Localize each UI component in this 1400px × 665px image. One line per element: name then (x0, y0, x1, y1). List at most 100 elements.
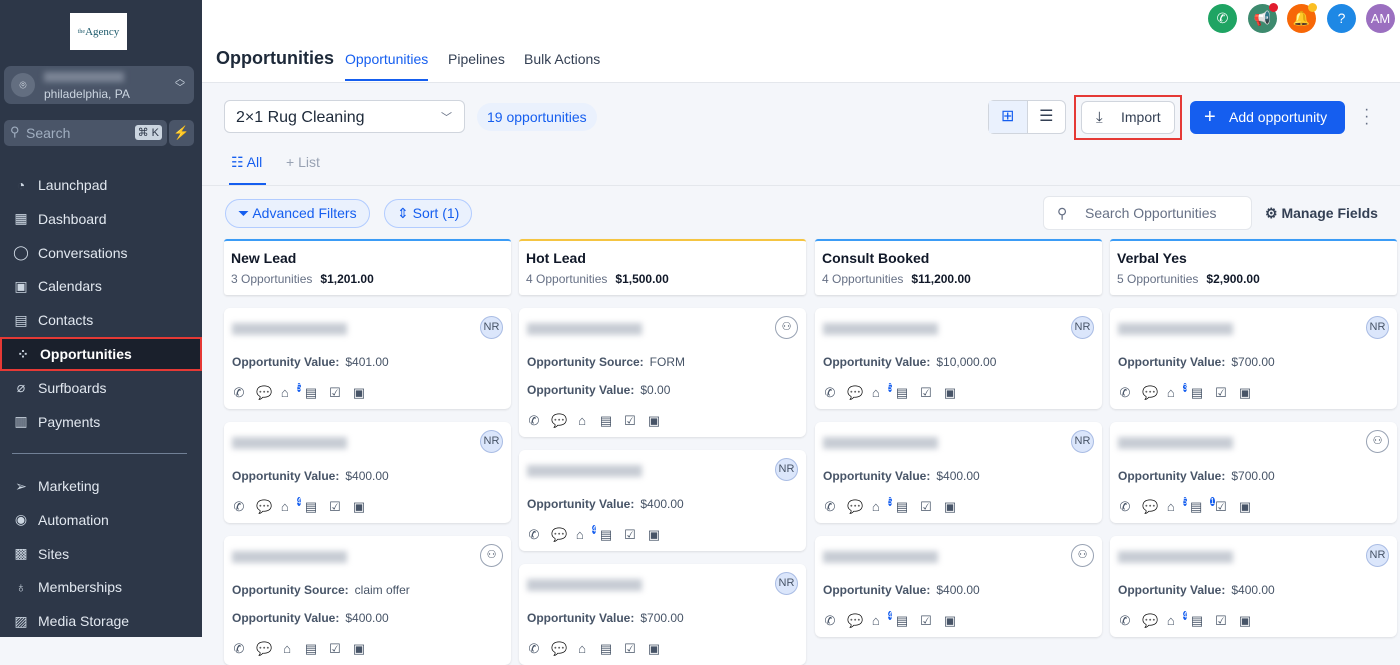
tag-icon[interactable]: ⌂ 4 (1166, 611, 1188, 629)
sidebar-item-payments[interactable]: ▥ Payments (0, 405, 202, 439)
task-icon[interactable]: ☑ (1214, 499, 1228, 515)
chat-icon[interactable]: 💬 (256, 385, 272, 401)
opportunity-card[interactable]: NR Opportunity Value: $700.00 ✆ 💬 ⌂ ▤ ☑ ▣ (519, 564, 806, 665)
list-view-icon[interactable]: ☰ (1028, 101, 1066, 133)
calendar-icon[interactable]: ▣ (943, 613, 957, 629)
search-opportunities-input[interactable]: ⚲ Search Opportunities (1043, 196, 1252, 230)
tag-icon[interactable]: ⌂ 4 (280, 497, 302, 515)
sidebar-item-surfboards[interactable]: ⌀ Surfboards (0, 371, 202, 405)
task-icon[interactable]: ☑ (1214, 385, 1228, 401)
task-icon[interactable]: ☑ (623, 413, 637, 429)
tag-icon[interactable]: ⌂ (575, 641, 589, 657)
user-avatar[interactable]: AM (1366, 4, 1395, 33)
chat-icon[interactable]: 💬 (847, 499, 863, 515)
phone-icon[interactable]: ✆ (823, 499, 837, 515)
opportunity-card[interactable]: NR Opportunity Value: $400.00 ✆ 💬 ⌂ 4 ▤ ☑ ▣ (224, 422, 511, 523)
sidebar-item-marketing[interactable]: ➢ Marketing (0, 469, 202, 503)
assignee-avatar[interactable]: NR (775, 572, 798, 595)
sort-button[interactable]: ⇕ Sort (1) (384, 199, 473, 228)
assignee-avatar[interactable]: NR (1071, 316, 1094, 339)
note-icon[interactable]: ▤ (599, 527, 613, 543)
chat-icon[interactable]: 💬 (551, 641, 567, 657)
add-opportunity-button[interactable]: + Add opportunity (1190, 101, 1345, 134)
chat-icon[interactable]: 💬 (551, 413, 567, 429)
phone-icon[interactable]: ✆ (232, 499, 246, 515)
sidebar-item-launchpad[interactable]: ◔ Launchpad (0, 168, 202, 202)
chat-icon[interactable]: 💬 (1142, 385, 1158, 401)
task-icon[interactable]: ☑ (328, 641, 342, 657)
phone-icon[interactable]: ✆ (823, 385, 837, 401)
note-icon[interactable]: ▤ (304, 641, 318, 657)
tag-icon[interactable]: ⌂ 5 (280, 383, 302, 401)
opportunity-card[interactable]: NR Opportunity Value: $10,000.00 ✆ 💬 ⌂ 5 ▤ ☑ ▣ (815, 308, 1102, 409)
advanced-filters-button[interactable]: ⏷ Advanced Filters (225, 199, 370, 228)
sidebar-item-media-storage[interactable]: ▨ Media Storage (0, 604, 202, 638)
chat-icon[interactable]: 💬 (1142, 499, 1158, 515)
phone-icon[interactable]: ✆ (1118, 385, 1132, 401)
unassigned-user-icon[interactable]: ⚇ (1366, 430, 1389, 453)
import-button[interactable]: ⤓ Import (1081, 101, 1175, 134)
assignee-avatar[interactable]: NR (480, 430, 503, 453)
chat-icon[interactable]: 💬 (256, 499, 272, 515)
chat-icon[interactable]: 💬 (551, 527, 567, 543)
task-icon[interactable]: ☑ (328, 385, 342, 401)
note-icon[interactable]: ▤ (1190, 613, 1204, 629)
unassigned-user-icon[interactable]: ⚇ (480, 544, 503, 567)
phone-icon[interactable]: ✆ (1208, 4, 1237, 33)
help-icon[interactable]: ? (1327, 4, 1356, 33)
calendar-icon[interactable]: ▣ (647, 641, 661, 657)
note-icon[interactable]: ▤ (304, 385, 318, 401)
task-icon[interactable]: ☑ (919, 385, 933, 401)
note-icon[interactable]: ▤ (895, 499, 909, 515)
tab-bulk-actions[interactable]: Bulk Actions (524, 51, 600, 67)
task-icon[interactable]: ☑ (919, 499, 933, 515)
opportunity-card[interactable]: NR Opportunity Value: $400.00 ✆ 💬 ⌂ 4 ▤ ☑ ▣ (519, 450, 806, 551)
chat-icon[interactable]: 💬 (1142, 613, 1158, 629)
task-icon[interactable]: ☑ (919, 613, 933, 629)
assignee-avatar[interactable]: NR (1366, 316, 1389, 339)
calendar-icon[interactable]: ▣ (1238, 499, 1252, 515)
calendar-icon[interactable]: ▣ (352, 385, 366, 401)
unassigned-user-icon[interactable]: ⚇ (1071, 544, 1094, 567)
opportunity-card[interactable]: NR Opportunity Value: $700.00 ✆ 💬 ⌂ 3 ▤ ☑ ▣ (1110, 308, 1397, 409)
more-options-icon[interactable]: · · · (1364, 102, 1369, 132)
sidebar-search[interactable]: ⚲ Search ⌘ K (4, 120, 167, 146)
manage-fields-button[interactable]: ⚙ Manage Fields (1265, 205, 1378, 222)
opportunity-card[interactable]: NR Opportunity Value: $400.00 ✆ 💬 ⌂ 5 ▤ ☑ ▣ (815, 422, 1102, 523)
assignee-avatar[interactable]: NR (1071, 430, 1094, 453)
task-icon[interactable]: ☑ (1214, 613, 1228, 629)
tag-icon[interactable]: ⌂ 5 (1166, 497, 1188, 515)
sidebar-item-memberships[interactable]: ♁ Memberships (0, 570, 202, 604)
sidebar-item-calendars[interactable]: ▣ Calendars (0, 269, 202, 303)
sidebar-item-conversations[interactable]: ◯ Conversations (0, 236, 202, 270)
subtab-all[interactable]: ☷ All (229, 154, 267, 185)
note-icon[interactable]: ▤ (895, 385, 909, 401)
calendar-icon[interactable]: ▣ (1238, 385, 1252, 401)
phone-icon[interactable]: ✆ (232, 641, 246, 657)
chat-icon[interactable]: 💬 (847, 613, 863, 629)
calendar-icon[interactable]: ▣ (647, 413, 661, 429)
tag-icon[interactable]: ⌂ (280, 641, 294, 657)
pipeline-select[interactable]: 2×1 Rug Cleaning ﹀ (224, 100, 465, 133)
task-icon[interactable]: ☑ (623, 527, 637, 543)
chat-icon[interactable]: 💬 (847, 385, 863, 401)
calendar-icon[interactable]: ▣ (647, 527, 661, 543)
opportunity-card[interactable]: ⚇ Opportunity Value: $400.00 ✆ 💬 ⌂ 4 ▤ ☑ ▣ (815, 536, 1102, 637)
note-icon[interactable]: ▤ (599, 413, 613, 429)
chat-icon[interactable]: 💬 (256, 641, 272, 657)
sidebar-item-automation[interactable]: ◉ Automation (0, 503, 202, 537)
sidebar-item-sites[interactable]: ▩ Sites (0, 537, 202, 571)
tag-icon[interactable]: ⌂ 3 (1166, 383, 1188, 401)
assignee-avatar[interactable]: NR (480, 316, 503, 339)
grid-view-icon[interactable]: ⊞ (989, 101, 1028, 133)
megaphone-icon[interactable]: 📢 (1248, 3, 1278, 33)
sidebar-item-dashboard[interactable]: ▦ Dashboard (0, 202, 202, 236)
assignee-avatar[interactable]: NR (1366, 544, 1389, 567)
unassigned-user-icon[interactable]: ⚇ (775, 316, 798, 339)
opportunity-card[interactable]: ⚇ Opportunity Value: $700.00 ✆ 💬 ⌂ 5 ▤ 1 ☑ ▣ (1110, 422, 1397, 523)
calendar-icon[interactable]: ▣ (943, 385, 957, 401)
note-icon[interactable]: ▤ (304, 499, 318, 515)
task-icon[interactable]: ☑ (328, 499, 342, 515)
calendar-icon[interactable]: ▣ (352, 641, 366, 657)
note-icon[interactable]: ▤ (895, 613, 909, 629)
